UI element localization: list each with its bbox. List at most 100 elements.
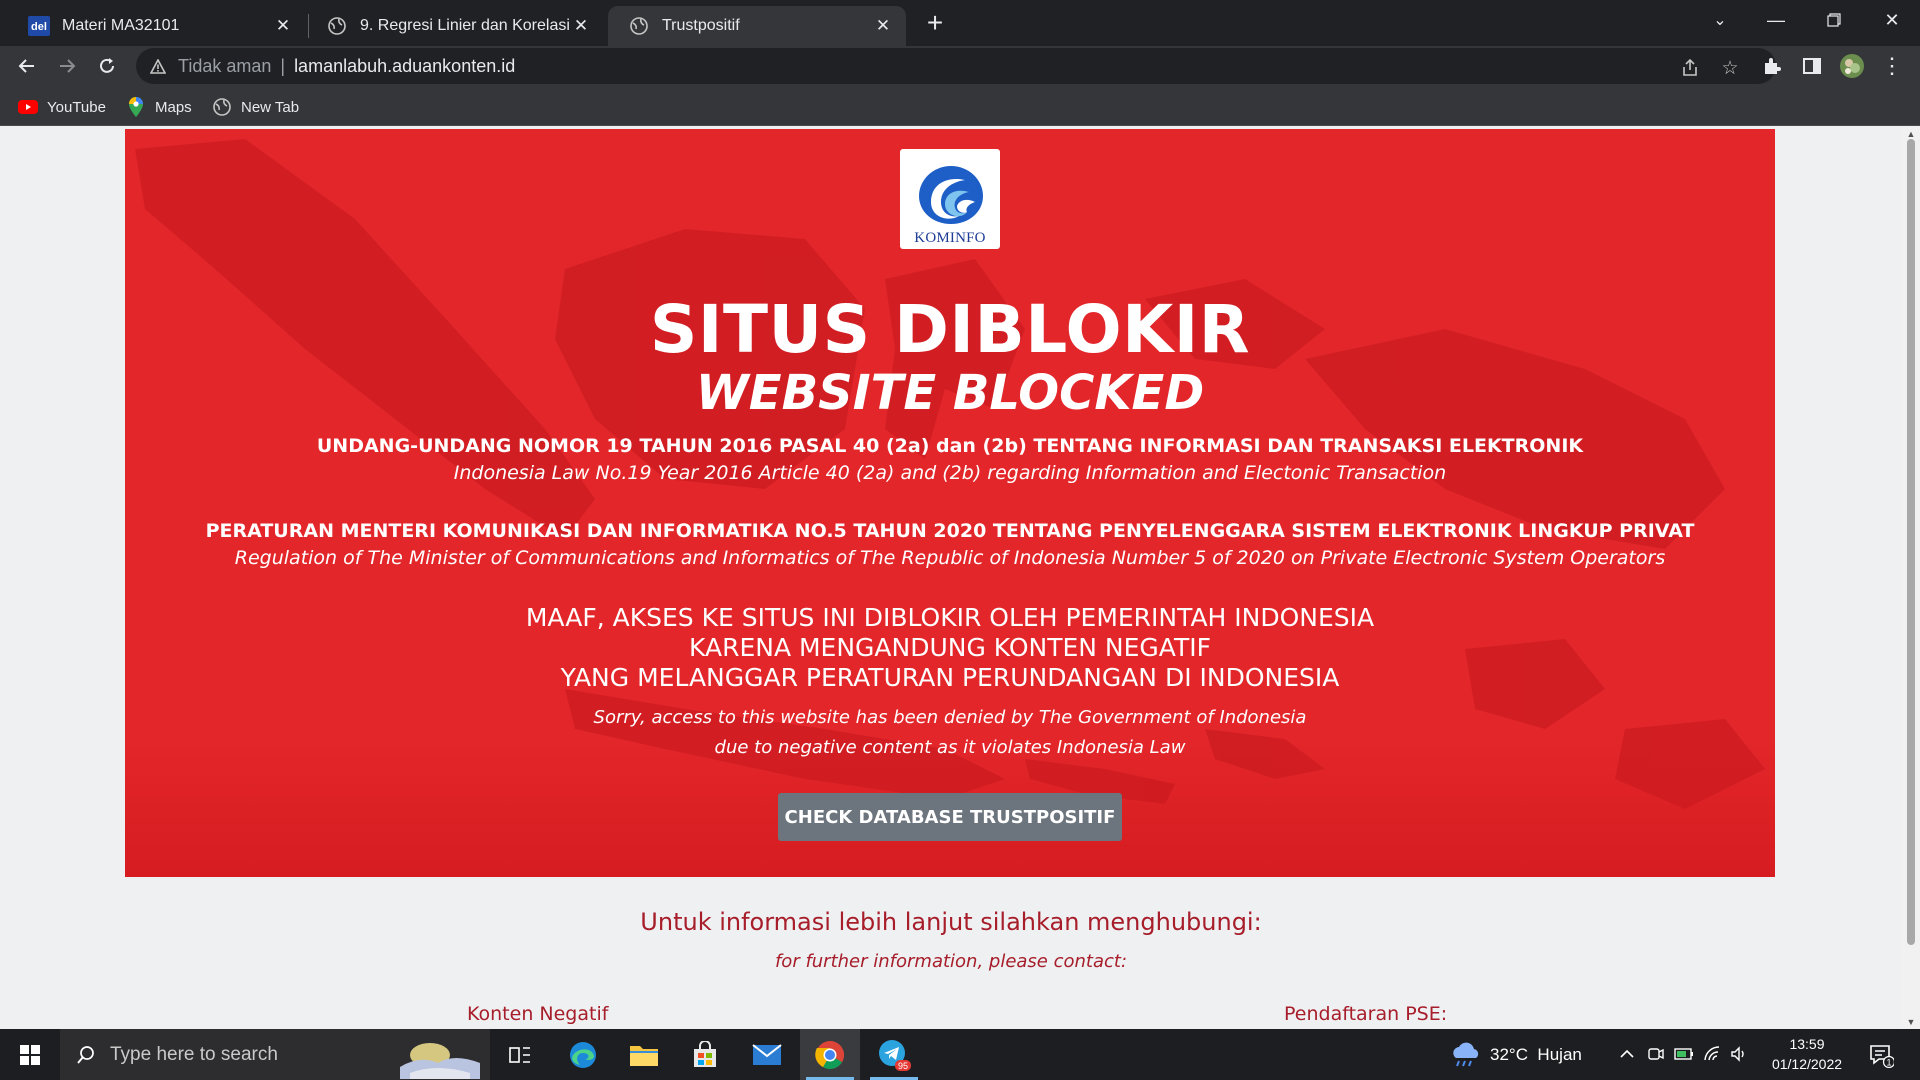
back-button[interactable] [9, 48, 45, 84]
tab-materi[interactable]: del Materi MA32101 ✕ [8, 6, 306, 46]
wifi-icon[interactable] [1701, 1043, 1723, 1065]
store-icon [694, 1040, 716, 1067]
windows-logo-icon [20, 1044, 40, 1065]
reload-button[interactable] [89, 48, 125, 84]
windows-taskbar: Type here to search 95 32°C Hujan 13:59 … [0, 1029, 1920, 1080]
file-explorer-app[interactable] [614, 1029, 674, 1080]
block-notice-line: YANG MELANGGAR PERATURAN PERUNDANGAN DI … [560, 663, 1340, 692]
address-bar[interactable]: Tidak aman | lamanlabuh.aduankonten.id ☆ [136, 48, 1776, 84]
law-reference-2-english: Regulation of The Minister of Communicat… [234, 547, 1666, 569]
page-scrollbar[interactable]: ▲ ▼ [1902, 127, 1920, 1029]
notification-count: 1 [1886, 1058, 1891, 1068]
bookmark-label: Maps [155, 98, 192, 116]
security-label[interactable]: Tidak aman [178, 56, 271, 77]
url-text[interactable]: lamanlabuh.aduankonten.id [294, 56, 515, 77]
clock-time: 13:59 [1789, 1036, 1825, 1052]
microsoft-store-app[interactable] [675, 1029, 735, 1080]
edge-app[interactable] [553, 1029, 613, 1080]
globe-icon [326, 15, 348, 37]
task-view-icon [509, 1046, 530, 1063]
page-subtitle: WEBSITE BLOCKED [695, 365, 1205, 421]
check-database-button[interactable]: CHECK DATABASE TRUSTPOSITIF [778, 793, 1122, 841]
tab-title: Materi MA32101 [62, 17, 180, 34]
kominfo-logo: KOMINFO [900, 149, 1000, 249]
close-icon[interactable]: ✕ [872, 15, 894, 37]
block-notice-english-line: due to negative content as it violates I… [714, 737, 1186, 758]
blocked-banner: KOMINFO SITUS DIBLOKIR WEBSITE BLOCKED U… [125, 129, 1775, 877]
telegram-badge: 95 [898, 1061, 908, 1071]
kominfo-emblem-icon [919, 166, 983, 224]
close-window-button[interactable]: ✕ [1864, 0, 1920, 40]
contact-info-subtitle: for further information, please contact: [774, 951, 1128, 972]
tab-trustpositif[interactable]: Trustpositif ✕ [608, 6, 906, 46]
warning-icon[interactable] [150, 58, 170, 74]
chrome-icon [815, 1040, 844, 1069]
logo-wordmark: KOMINFO [914, 230, 986, 246]
page-title: SITUS DIBLOKIR [649, 291, 1251, 368]
bookmark-new-tab[interactable]: New Tab [212, 94, 299, 120]
contact-negative-content-heading: Konten Negatif [467, 1003, 609, 1025]
tab-title: 9. Regresi Linier dan Korelasi [360, 17, 570, 34]
clock-date: 01/12/2022 [1771, 1056, 1843, 1072]
rain-cloud-icon [1450, 1042, 1482, 1068]
notification-center-button[interactable]: 1 [1866, 1041, 1896, 1069]
weather-widget[interactable]: 32°C Hujan [1450, 1029, 1582, 1080]
profile-avatar[interactable] [1834, 48, 1870, 84]
menu-kebab-icon[interactable]: ⋮ [1874, 48, 1910, 84]
new-tab-button[interactable]: + [918, 6, 952, 40]
task-view-button[interactable] [490, 1029, 550, 1080]
share-icon[interactable] [1678, 56, 1702, 80]
minimize-button[interactable]: ― [1748, 0, 1804, 40]
contact-pse-heading: Pendaftaran PSE: [1284, 1003, 1448, 1025]
bookmark-maps[interactable]: Maps [126, 94, 192, 120]
taskbar-search-box[interactable]: Type here to search [60, 1029, 490, 1080]
scrollbar-thumb[interactable] [1907, 139, 1915, 945]
tab-title: Trustpositif [662, 17, 740, 34]
globe-icon [212, 97, 232, 117]
block-notice-line: MAAF, AKSES KE SITUS INI DIBLOKIR OLEH P… [525, 603, 1375, 632]
volume-icon[interactable] [1728, 1043, 1750, 1065]
youtube-icon [18, 97, 38, 117]
chrome-app[interactable] [800, 1029, 860, 1080]
search-icon [76, 1045, 96, 1065]
mail-icon [752, 1043, 782, 1065]
extensions-icon[interactable] [1754, 48, 1790, 84]
block-notice-english-line: Sorry, access to this website has been d… [593, 707, 1307, 728]
search-highlight-illustration [400, 1043, 480, 1079]
maps-icon [126, 97, 146, 117]
start-button[interactable] [0, 1029, 60, 1080]
law-reference-1: UNDANG-UNDANG NOMOR 19 TAHUN 2016 PASAL … [316, 435, 1584, 457]
tab-regresi[interactable]: 9. Regresi Linier dan Korelasi ✕ [306, 6, 604, 46]
globe-icon [628, 15, 650, 37]
del-icon: del [28, 15, 50, 37]
close-icon[interactable]: ✕ [272, 15, 294, 37]
mail-app[interactable] [737, 1029, 797, 1080]
side-panel-icon[interactable] [1794, 48, 1830, 84]
telegram-icon: 95 [879, 1039, 911, 1071]
meet-now-icon[interactable] [1645, 1043, 1667, 1065]
notification-icon: 1 [1870, 1045, 1894, 1068]
scroll-down-arrow-icon[interactable]: ▼ [1902, 1017, 1920, 1029]
close-icon[interactable]: ✕ [570, 15, 592, 37]
taskbar-clock[interactable]: 13:59 01/12/2022 [1752, 1034, 1862, 1074]
page-viewport: KOMINFO SITUS DIBLOKIR WEBSITE BLOCKED U… [0, 127, 1902, 1029]
search-placeholder: Type here to search [110, 1043, 278, 1065]
law-reference-2: PERATURAN MENTERI KOMUNIKASI DAN INFORMA… [205, 520, 1695, 542]
battery-icon[interactable] [1673, 1043, 1695, 1065]
browser-toolbar: Tidak aman | lamanlabuh.aduankonten.id ☆… [0, 46, 1920, 86]
chevron-up-icon[interactable] [1616, 1043, 1638, 1065]
bookmark-star-icon[interactable]: ☆ [1718, 56, 1742, 80]
folder-icon [630, 1045, 658, 1066]
telegram-app[interactable]: 95 [864, 1029, 924, 1080]
tab-strip: del Materi MA32101 ✕ 9. Regresi Linier d… [0, 0, 1920, 46]
restore-button[interactable] [1806, 0, 1862, 40]
law-reference-1-english: Indonesia Law No.19 Year 2016 Article 40… [453, 462, 1447, 484]
block-notice-line: KARENA MENGANDUNG KONTEN NEGATIF [689, 633, 1211, 662]
omnibox-divider: | [280, 55, 286, 76]
bookmark-youtube[interactable]: YouTube [18, 94, 106, 120]
forward-button[interactable] [49, 48, 85, 84]
bookmark-label: New Tab [241, 98, 300, 116]
tab-search-icon[interactable]: ⌄ [1692, 0, 1748, 40]
contact-info-title: Untuk informasi lebih lanjut silahkan me… [640, 908, 1262, 936]
svg-text:del: del [31, 21, 47, 33]
